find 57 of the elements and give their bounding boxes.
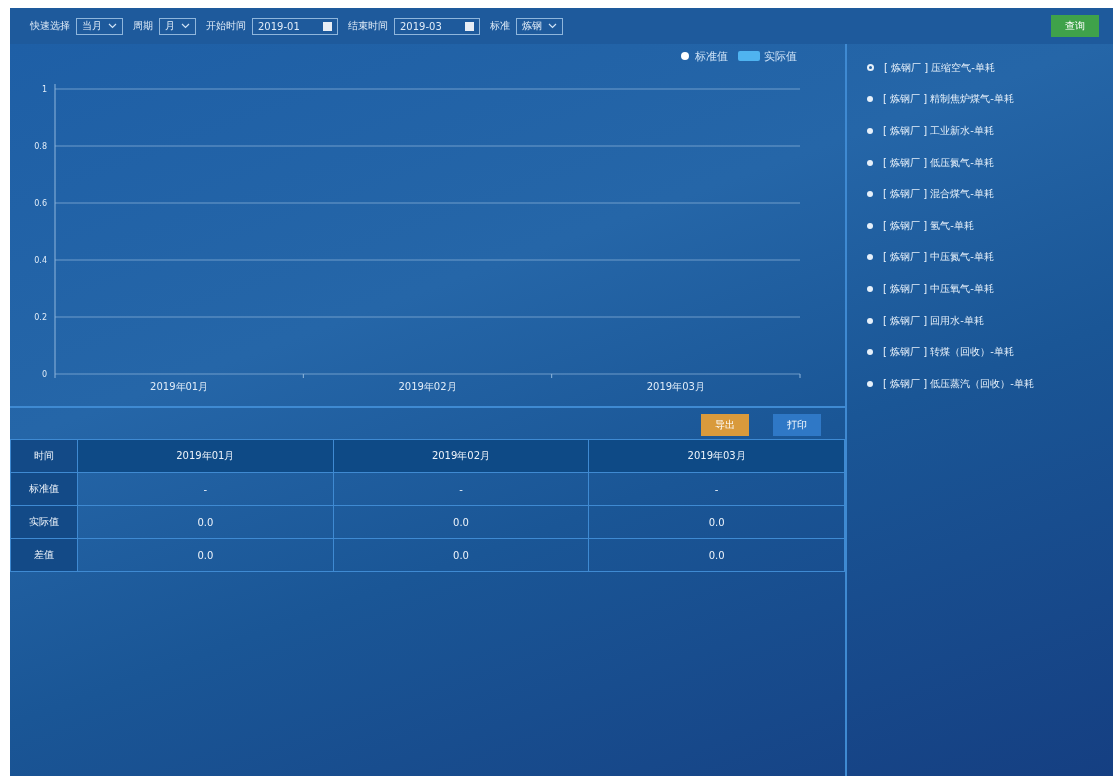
table-cell: 0.0 <box>588 505 845 539</box>
calendar-icon <box>465 21 474 31</box>
filter-label: 周期 <box>133 19 153 33</box>
caret-icon <box>181 23 190 29</box>
column-header: 2019年03月 <box>588 439 845 473</box>
indicator-item[interactable]: [ 炼钢厂 ] 工业新水-单耗 <box>867 115 1113 147</box>
action-button[interactable]: 打印 <box>773 414 821 436</box>
table-cell: 0.0 <box>333 538 589 572</box>
indicator-item[interactable]: [ 炼钢厂 ] 混合煤气-单耗 <box>867 178 1113 210</box>
table-cell: 0.0 <box>588 538 845 572</box>
indicator-item[interactable]: [ 炼钢厂 ] 低压氮气-单耗 <box>867 146 1113 179</box>
column-header: 2019年02月 <box>333 439 589 473</box>
table-cell: 实际值 <box>10 505 78 539</box>
caret-icon <box>108 23 117 29</box>
y-tick-label: 0.8 <box>34 142 47 151</box>
indicator-item[interactable]: [ 炼钢厂 ] 氢气-单耗 <box>867 209 1113 242</box>
column-header: 2019年01月 <box>77 439 334 473</box>
caret-icon <box>548 23 557 29</box>
indicator-item[interactable]: [ 炼钢厂 ] 回用水-单耗 <box>867 304 1113 337</box>
table-cell: 标准值 <box>10 472 78 506</box>
indicator-item[interactable]: [ 炼钢厂 ] 压缩空气-单耗 <box>867 52 1113 84</box>
select-field[interactable]: 当月 <box>76 17 123 35</box>
y-tick-label: 0 <box>41 370 47 379</box>
indicator-item[interactable]: [ 炼钢厂 ] 中压氧气-单耗 <box>867 273 1113 305</box>
legend-label[interactable]: 标准值 <box>695 50 728 63</box>
indicator-item[interactable]: [ 炼钢厂 ] 低压蒸汽（回收）-单耗 <box>867 367 1113 400</box>
legend-marker <box>681 52 689 60</box>
indicator-item[interactable]: [ 炼钢厂 ] 精制焦炉煤气-单耗 <box>867 83 1113 116</box>
y-tick-label: 0.6 <box>34 199 47 208</box>
table-cell: 0.0 <box>77 538 334 572</box>
table-cell: 0.0 <box>77 505 334 539</box>
x-tick-label: 2019年03月 <box>646 381 705 392</box>
date-field[interactable]: 2019-03 <box>394 17 480 35</box>
table-cell: - <box>333 472 589 506</box>
y-tick-label: 0.2 <box>34 313 47 322</box>
y-tick-label: 0.4 <box>34 256 47 265</box>
table-cell: 差值 <box>10 538 78 572</box>
date-field[interactable]: 2019-01 <box>252 17 338 35</box>
select-field[interactable]: 炼钢 <box>516 17 563 35</box>
indicator-item[interactable]: [ 炼钢厂 ] 中压氮气-单耗 <box>867 241 1113 274</box>
y-tick-label: 1 <box>41 85 47 94</box>
query-button[interactable]: 查询 <box>1051 15 1099 37</box>
filter-label: 标准 <box>490 19 510 33</box>
table-cell: - <box>588 472 845 506</box>
select-field[interactable]: 月 <box>159 17 196 35</box>
table-cell: 0.0 <box>333 505 589 539</box>
x-tick-label: 2019年01月 <box>150 381 209 392</box>
filter-label: 结束时间 <box>348 19 388 33</box>
indicator-item[interactable]: [ 炼钢厂 ] 转煤（回收）-单耗 <box>867 336 1113 368</box>
legend-label[interactable]: 实际值 <box>764 50 797 63</box>
x-tick-label: 2019年02月 <box>398 381 457 392</box>
calendar-icon <box>323 21 332 31</box>
filter-label: 快速选择 <box>30 19 70 33</box>
column-header: 时间 <box>10 439 78 473</box>
filter-label: 开始时间 <box>206 19 246 33</box>
table-cell: - <box>77 472 334 506</box>
legend-marker <box>738 51 760 61</box>
